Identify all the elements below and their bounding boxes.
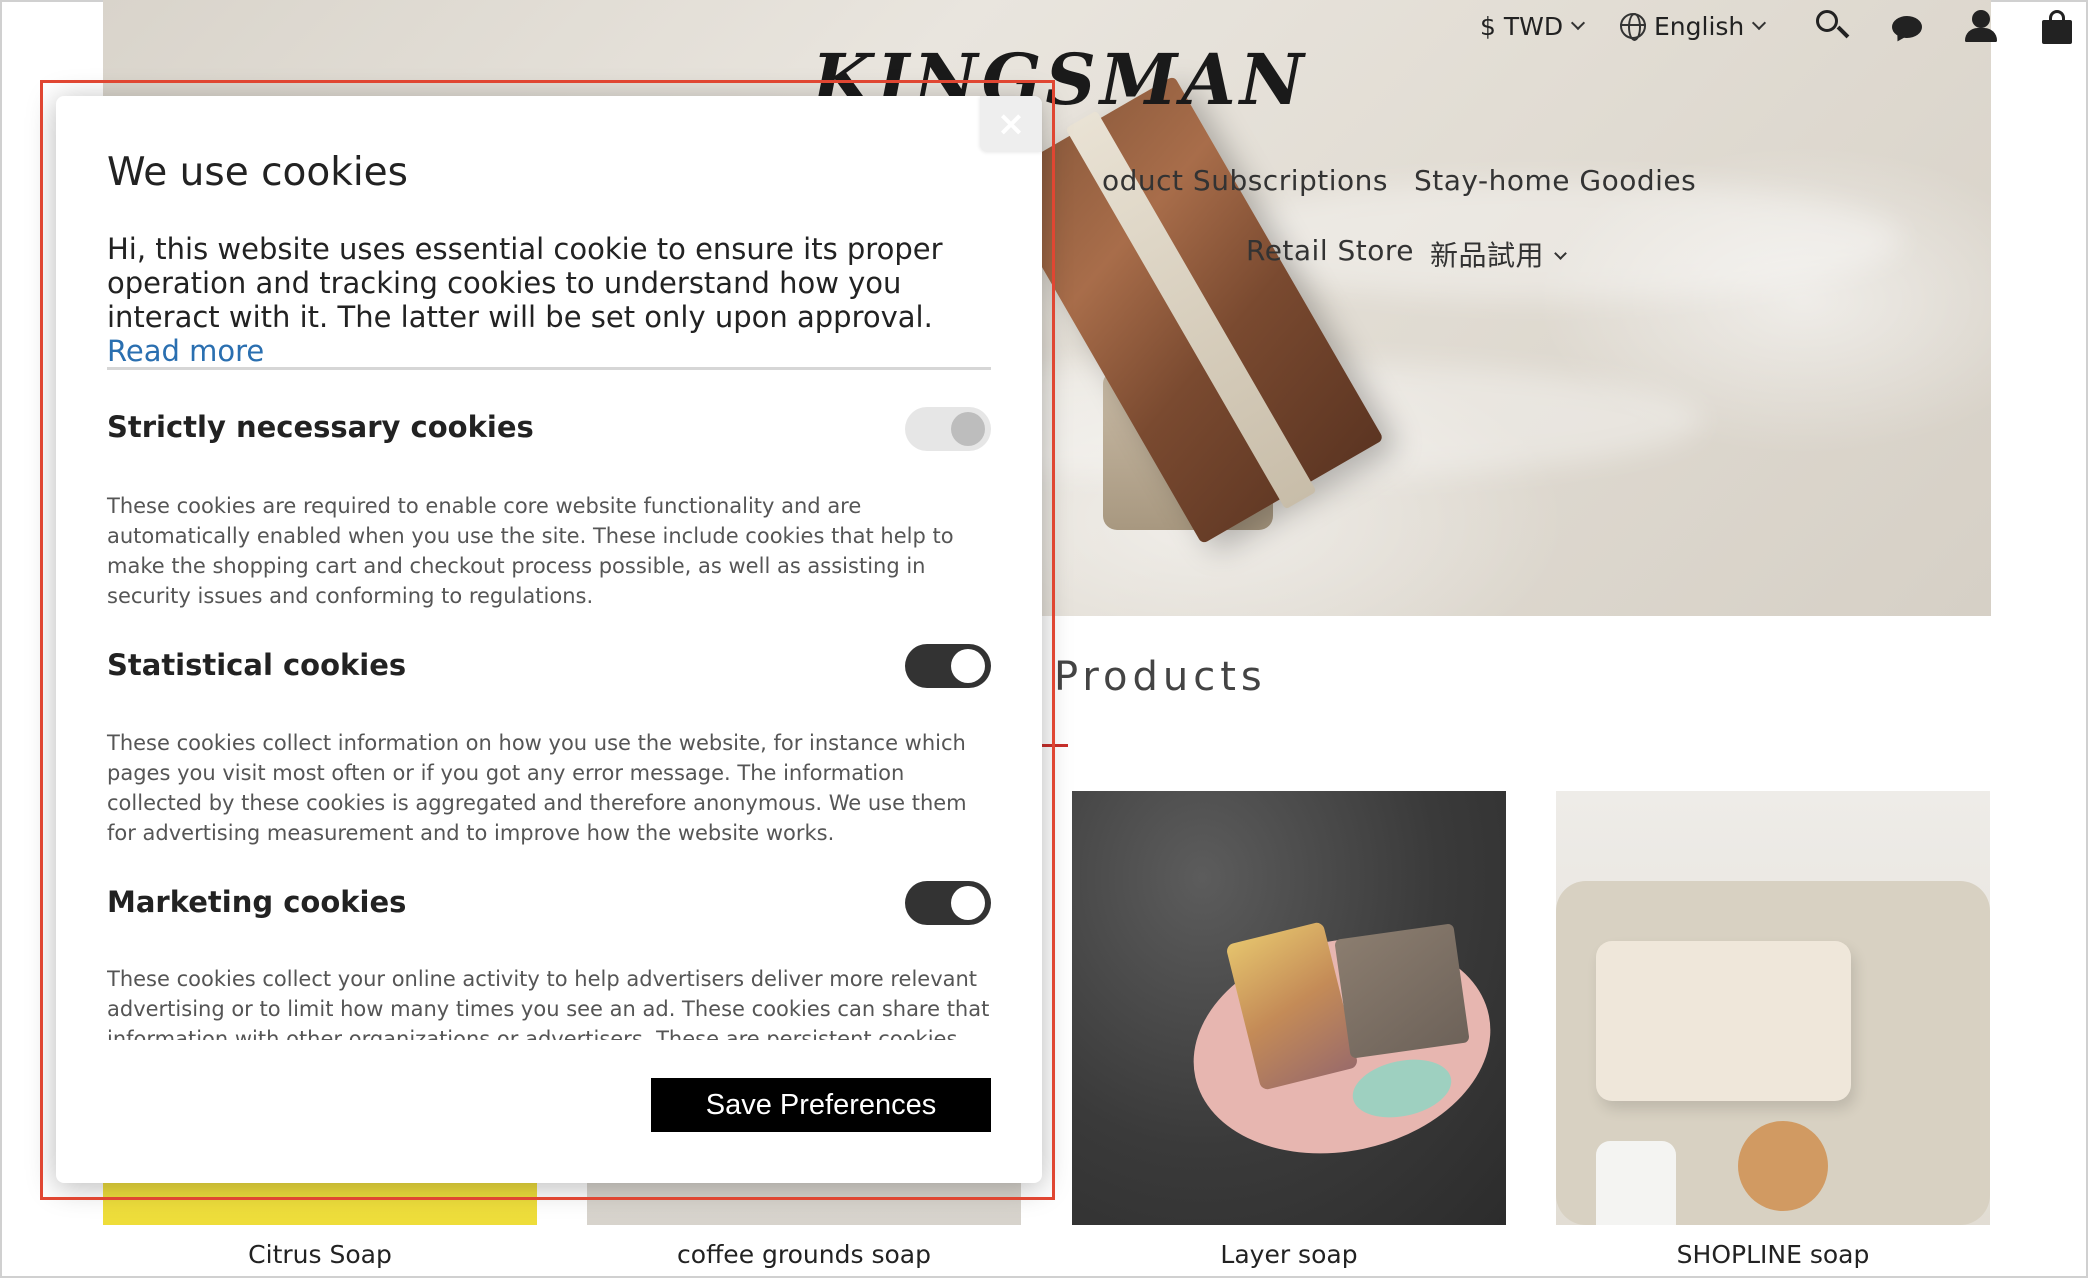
soap-bottle <box>1596 1141 1676 1225</box>
cookie-desc-strict: These cookies are required to enable cor… <box>107 494 954 608</box>
nav-product-subscriptions[interactable]: oduct Subscriptions <box>1102 164 1388 197</box>
cookie-desc-marketing: These cookies collect your online activi… <box>107 967 990 1040</box>
read-more-link[interactable]: Read more <box>107 334 264 368</box>
strict-cookies-toggle <box>905 407 991 451</box>
section-underline <box>1040 744 1068 747</box>
cookie-heading-marketing: Marketing cookies <box>107 885 407 919</box>
product-name[interactable]: Citrus Soap <box>103 1240 537 1269</box>
chevron-down-icon <box>1752 15 1767 31</box>
currency-label: $ TWD <box>1480 11 1564 41</box>
cookie-heading-strict: Strictly necessary cookies <box>107 410 534 444</box>
toggle-knob <box>951 412 985 446</box>
language-label: English <box>1654 11 1745 41</box>
chevron-down-icon <box>1571 15 1586 31</box>
nav-stay-home-goodies[interactable]: Stay-home Goodies <box>1414 164 1696 197</box>
search-icon[interactable] <box>1812 6 1852 46</box>
nav-retail-store[interactable]: Retail Store <box>1246 234 1414 267</box>
close-icon[interactable]: × <box>980 96 1042 152</box>
cookie-modal-title: We use cookies <box>107 150 408 195</box>
nav-new-trial-label: 新品試用 <box>1430 239 1545 272</box>
soap-bar <box>1334 923 1470 1059</box>
product-name[interactable]: SHOPLINE soap <box>1556 1240 1990 1269</box>
product-name[interactable]: coffee grounds soap <box>587 1240 1021 1269</box>
soap-bar <box>1596 941 1851 1101</box>
language-selector[interactable]: English <box>1620 6 1767 46</box>
cookie-desc-statistical: These cookies collect information on how… <box>107 731 967 845</box>
nav-new-trial[interactable]: 新品試用 <box>1430 234 1567 274</box>
chevron-down-icon <box>1554 246 1567 260</box>
product-name[interactable]: Layer soap <box>1072 1240 1506 1269</box>
soap-brush <box>1738 1121 1828 1211</box>
toggle-knob <box>951 649 985 683</box>
product-image-layer[interactable] <box>1072 791 1506 1225</box>
globe-icon <box>1620 13 1646 41</box>
marketing-cookies-toggle[interactable] <box>905 881 991 925</box>
toggle-knob <box>951 886 985 920</box>
section-title: Products <box>1054 654 1267 700</box>
modal-divider <box>107 367 991 370</box>
cart-icon[interactable] <box>2036 6 2076 46</box>
chat-icon[interactable] <box>1886 6 1926 46</box>
cookie-modal-intro: Hi, this website uses essential cookie t… <box>107 232 967 368</box>
cookie-intro-text: Hi, this website uses essential cookie t… <box>107 232 943 334</box>
currency-selector[interactable]: $ TWD <box>1480 6 1586 46</box>
cookie-desc-scroll[interactable]: These cookies collect your online activi… <box>107 960 993 1040</box>
statistical-cookies-toggle[interactable] <box>905 644 991 688</box>
product-image-shopline[interactable] <box>1556 791 1990 1225</box>
cookie-heading-statistical: Statistical cookies <box>107 648 407 682</box>
user-icon[interactable] <box>1960 6 2000 46</box>
save-preferences-button[interactable]: Save Preferences <box>651 1078 991 1132</box>
